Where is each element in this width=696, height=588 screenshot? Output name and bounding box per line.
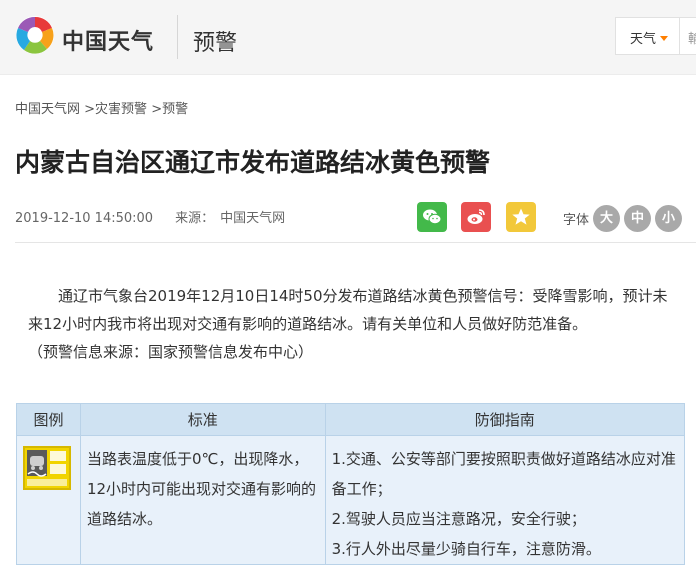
breadcrumb-separator: > (147, 102, 163, 117)
breadcrumb-warning-link[interactable]: 预警 (162, 102, 188, 117)
section-title[interactable]: 预警 (193, 25, 237, 57)
guide-item: 1.交通、公安等部门要按照职责做好道路结冰应对准备工作； (331, 450, 676, 498)
guide-item: 2.驾驶人员应当注意路况，安全行驶； (331, 510, 586, 528)
share-wechat-button[interactable] (417, 202, 447, 232)
publish-datetime: 2019-12-10 14:50:00 (15, 211, 154, 226)
breadcrumb-home-link[interactable]: 中国天气网 (15, 102, 80, 117)
site-header: 中国天气 预警 天气 輸 (0, 0, 696, 75)
guide-cell: 1.交通、公安等部门要按照职责做好道路结冰应对准备工作； 2.驾驶人员应当注意路… (324, 435, 686, 565)
article-paragraph: 通辽市气象台2019年12月10日14时50分发布道路结冰黄色预警信号：受降雪影… (28, 287, 668, 333)
wechat-icon (423, 209, 442, 225)
brand-name[interactable]: 中国天气 (62, 24, 154, 56)
breadcrumb-disaster-link[interactable]: 灾害预警 (95, 102, 147, 117)
weibo-icon (467, 209, 485, 224)
guide-item: 3.行人外出尽量少骑自行车，注意防滑。 (331, 540, 601, 558)
share-weibo-button[interactable] (461, 202, 491, 232)
weather-category-select[interactable]: 天气 (615, 17, 680, 55)
warning-icon-cell (16, 435, 81, 565)
article-body: 通辽市气象台2019年12月10日14时50分发布道路结冰黄色预警信号：受降雪影… (28, 282, 678, 366)
font-size-medium-button[interactable]: 中 (624, 205, 651, 232)
header-divider (177, 15, 178, 59)
warning-guide-table: 图例 标准 防御指南 当路表温度低于0℃，出现降水，12小时内可能出现对交通有影… (16, 403, 686, 565)
table-header-row: 图例 标准 防御指南 (16, 403, 686, 436)
divider (15, 242, 696, 243)
table-row: 当路表温度低于0℃，出现降水，12小时内可能出现对交通有影响的道路结冰。 1.交… (16, 435, 686, 565)
road-icing-yellow-warning-icon (23, 446, 71, 490)
source-value: 中国天气网 (220, 211, 286, 226)
breadcrumb: 中国天气网 >灾害预警 >预警 (15, 98, 188, 117)
header-icon: 图例 (16, 403, 81, 436)
weather-select-label: 天气 (630, 32, 657, 47)
search-input[interactable]: 輸 (680, 17, 696, 55)
font-size-small-button[interactable]: 小 (655, 205, 682, 232)
source-label: 来源： (175, 211, 215, 226)
article-origin: （预警信息来源：国家预警信息发布中心） (28, 343, 314, 361)
header-standard: 标准 (79, 403, 326, 436)
road-icing-pictogram (27, 450, 67, 486)
china-weather-logo-icon[interactable] (14, 14, 56, 56)
share-favorite-button[interactable] (506, 202, 536, 232)
chevron-down-icon (660, 36, 669, 41)
article-meta: 2019-12-10 14:50:00 来源： 中国天气网 (15, 207, 285, 226)
header-guide: 防御指南 (324, 403, 686, 436)
font-size-label: 字体 (563, 213, 590, 228)
favorite-star-icon (512, 208, 530, 225)
page-title: 内蒙古自治区通辽市发布道路结冰黄色预警 (15, 148, 491, 177)
standard-text: 当路表温度低于0℃，出现降水，12小时内可能出现对交通有影响的道路结冰。 (79, 435, 326, 565)
font-size-large-button[interactable]: 大 (593, 205, 620, 232)
breadcrumb-separator: > (80, 102, 96, 117)
